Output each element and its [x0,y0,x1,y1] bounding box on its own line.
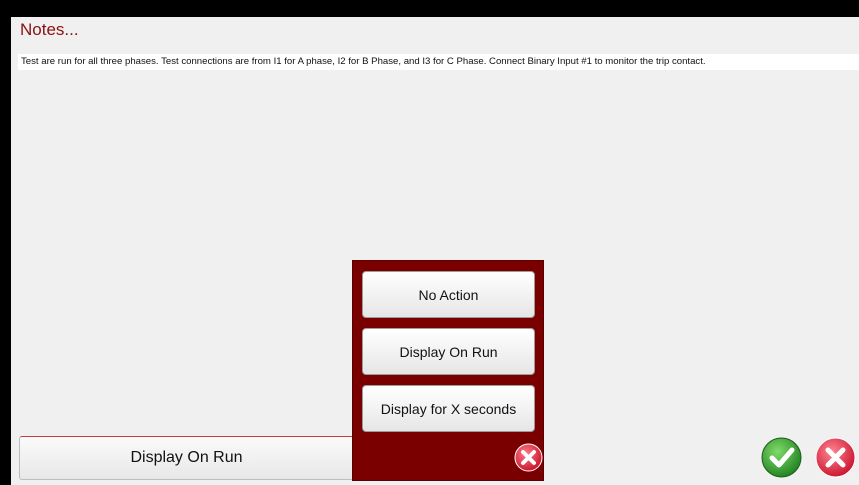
option-label: No Action [418,286,479,303]
option-label: Display On Run [399,343,498,360]
option-no-action[interactable]: No Action [362,271,535,318]
check-icon [761,437,802,478]
cancel-button[interactable] [815,437,856,478]
notes-text[interactable]: Test are run for all three phases. Test … [18,54,859,70]
display-option-value: Display On Run [130,449,243,466]
notes-dialog: Notes... Test are run for all three phas… [11,17,859,485]
option-display-on-run[interactable]: Display On Run [362,328,535,375]
confirm-button[interactable] [761,437,802,478]
option-label: Display for X seconds [380,400,517,417]
display-option-dropdown: No Action Display On Run Display for X s… [352,260,544,481]
option-display-for-x-seconds[interactable]: Display for X seconds [362,385,535,432]
dialog-title: Notes... [20,20,79,39]
close-icon [514,443,543,472]
display-option-select[interactable]: Display On Run [19,436,354,480]
dropdown-close-button[interactable] [514,443,543,472]
close-icon [815,437,856,478]
